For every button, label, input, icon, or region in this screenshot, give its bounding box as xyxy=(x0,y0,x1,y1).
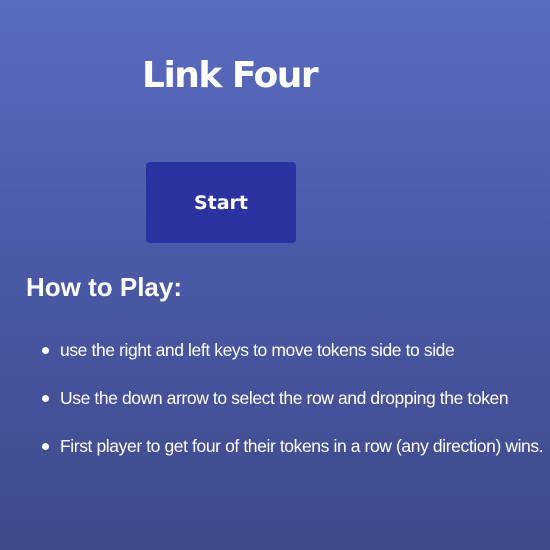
game-title: Link Four xyxy=(142,55,319,96)
rule-item: First player to get four of their tokens… xyxy=(0,434,550,458)
bullet-icon xyxy=(42,443,49,450)
how-to-play-heading: How to Play: xyxy=(26,272,183,302)
bullet-icon xyxy=(42,395,49,402)
rule-item: Use the down arrow to select the row and… xyxy=(0,386,550,410)
rule-text: use the right and left keys to move toke… xyxy=(60,340,455,360)
start-button[interactable]: Start xyxy=(146,162,296,243)
rule-text: First player to get four of their tokens… xyxy=(60,436,544,456)
rule-text: Use the down arrow to select the row and… xyxy=(60,388,509,408)
rule-item: use the right and left keys to move toke… xyxy=(0,338,550,362)
bullet-icon xyxy=(42,347,49,354)
rules-list: use the right and left keys to move toke… xyxy=(0,338,550,482)
